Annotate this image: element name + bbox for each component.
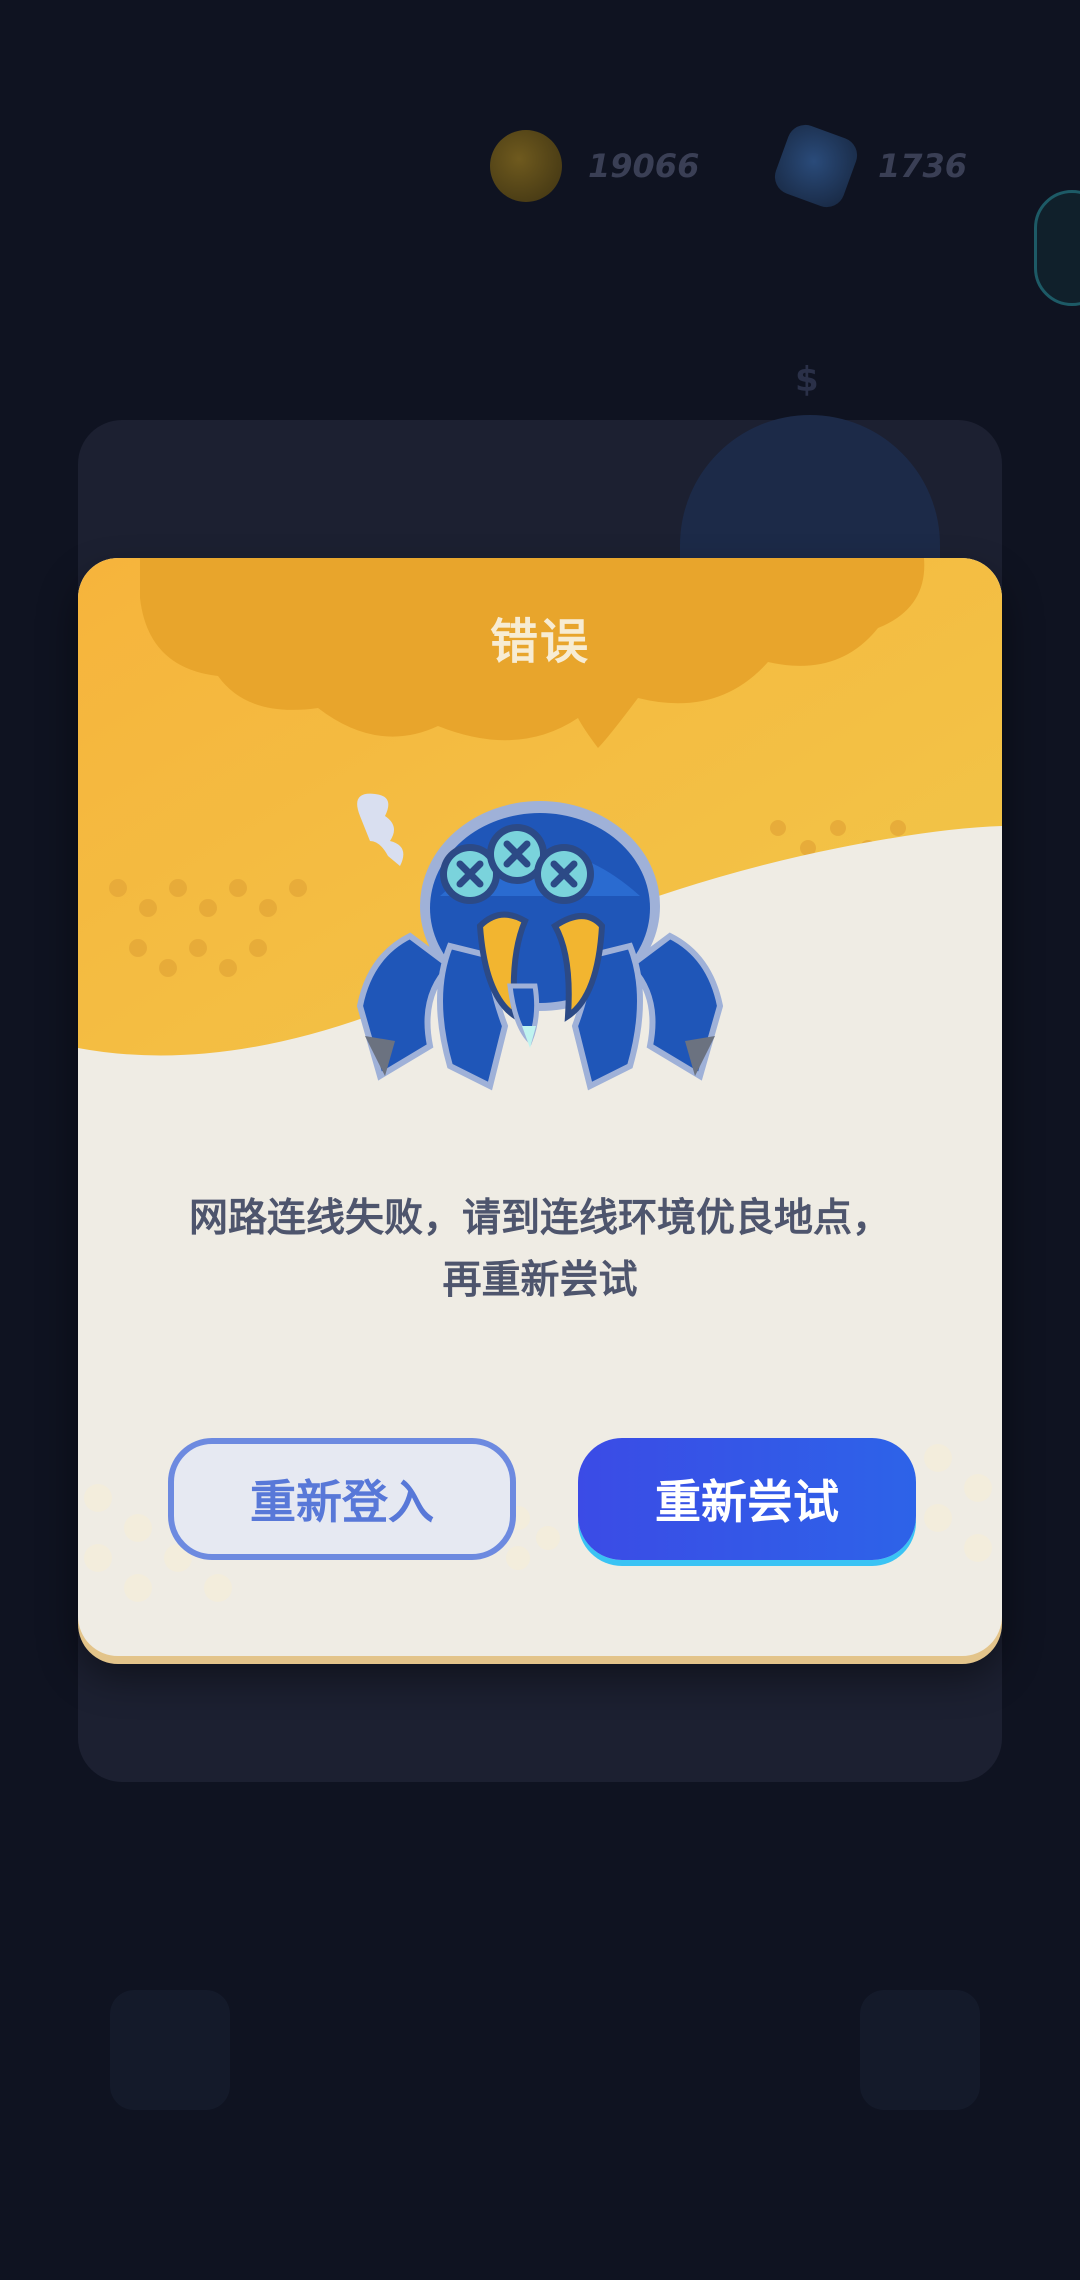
- retry-button[interactable]: 重新尝试: [578, 1438, 916, 1560]
- gem-icon: [769, 119, 863, 213]
- coin-amount: 19066: [588, 147, 700, 185]
- gem-amount: 1736: [878, 147, 968, 185]
- dialog-title: 错误: [489, 614, 590, 670]
- side-tab: [1034, 190, 1080, 306]
- error-message: 网路连线失败，请到连线环境优良地点， 再重新尝试: [188, 1196, 891, 1303]
- relogin-button[interactable]: 重新登入: [168, 1438, 516, 1560]
- error-dialog: 错误 网路连线失败，请到连线环境优良地点， 再重新尝试 重新登入 重新尝试: [78, 558, 1002, 1656]
- bottom-left-button: [110, 1990, 230, 2110]
- bottom-right-button: [860, 1990, 980, 2110]
- dollar-icon: $: [795, 360, 819, 400]
- coin-counter: 19066: [490, 120, 760, 212]
- spider-robot-mascot: [356, 793, 724, 1091]
- gem-counter: 1736: [769, 119, 1040, 213]
- coin-icon: [490, 130, 562, 202]
